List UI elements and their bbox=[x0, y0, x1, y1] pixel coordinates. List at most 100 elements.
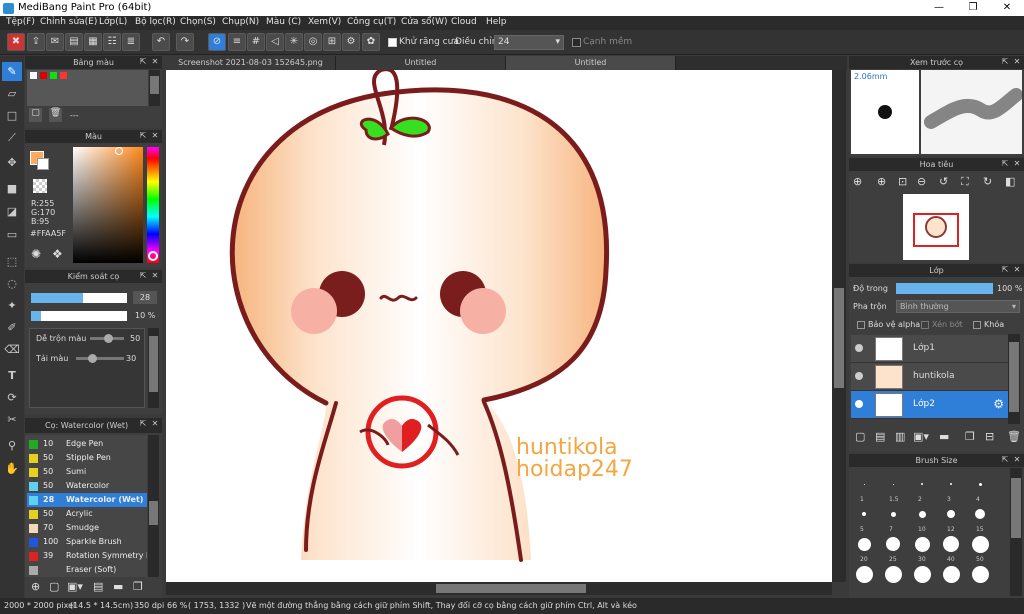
brush-size-dot[interactable] bbox=[975, 509, 985, 519]
layer-scrollbar[interactable] bbox=[1008, 334, 1020, 424]
brush-item-sparkle[interactable]: 100 Sparkle Brush bbox=[27, 535, 147, 549]
vertical-scroll-thumb[interactable] bbox=[834, 288, 844, 388]
panel-expand-icon[interactable]: ⇱ bbox=[138, 419, 148, 429]
panel-expand-icon[interactable]: ⇱ bbox=[1000, 159, 1010, 169]
brush-item-edge-pen[interactable]: 10 Edge Pen bbox=[27, 437, 147, 451]
menu-help[interactable]: Help bbox=[486, 17, 507, 27]
palette-scrollbar[interactable] bbox=[149, 70, 160, 106]
list-icon[interactable]: ≣ bbox=[122, 33, 140, 51]
brush-item-watercolor-wet[interactable]: 28Watercolor (Wet)✱ bbox=[27, 493, 147, 507]
rotate-left-icon[interactable]: ↺ bbox=[939, 175, 948, 188]
swatch-white[interactable] bbox=[30, 72, 37, 79]
brush-item-smudge[interactable]: 70 Smudge bbox=[27, 521, 147, 535]
brush-size-dot[interactable] bbox=[942, 565, 960, 583]
brush-size-scroll-thumb[interactable] bbox=[1011, 478, 1021, 538]
panel-close-icon[interactable]: ✕ bbox=[1012, 57, 1022, 67]
menu-capture[interactable]: Chụp(N) bbox=[222, 17, 259, 27]
brush-size-dot[interactable] bbox=[950, 483, 952, 485]
antialias-checkbox[interactable] bbox=[388, 38, 397, 47]
brush-size-dot[interactable] bbox=[884, 565, 902, 583]
hue-slider-handle[interactable] bbox=[148, 251, 158, 261]
menu-view[interactable]: Xem(V) bbox=[308, 17, 341, 27]
brush-size-dot[interactable] bbox=[890, 511, 896, 517]
brush-duplicate-icon[interactable]: ❐ bbox=[133, 580, 143, 593]
menu-edit[interactable]: Chỉnh sửa(E) bbox=[40, 17, 97, 27]
panel-expand-icon[interactable]: ⇱ bbox=[138, 57, 148, 67]
background-color-swatch[interactable] bbox=[37, 158, 49, 170]
page-icon[interactable]: ▦ bbox=[84, 33, 102, 51]
panel-expand-icon[interactable]: ⇱ bbox=[1000, 455, 1010, 465]
close-button[interactable]: ✕ bbox=[990, 0, 1024, 16]
brush-tool-icon[interactable]: ✎ bbox=[2, 62, 22, 81]
mix-slider[interactable] bbox=[90, 334, 124, 343]
mix-slider-handle[interactable] bbox=[104, 334, 113, 343]
text-tool-icon[interactable]: T bbox=[2, 366, 22, 385]
lock-checkbox[interactable] bbox=[973, 321, 981, 329]
snap-gear-icon[interactable]: ✿ bbox=[362, 33, 380, 51]
menu-tools[interactable]: Công cụ(T) bbox=[347, 17, 396, 27]
brush-copy-icon[interactable]: ▤ bbox=[93, 580, 103, 593]
brush-folder-icon[interactable]: ▬ bbox=[113, 580, 123, 593]
panel-close-icon[interactable]: ✕ bbox=[1012, 455, 1022, 465]
transparent-color-icon[interactable] bbox=[33, 179, 47, 193]
layer-visibility-icon[interactable] bbox=[855, 372, 863, 380]
panel-expand-icon[interactable]: ⇱ bbox=[1000, 57, 1010, 67]
dot-tool-icon[interactable]: □ bbox=[2, 106, 22, 125]
fit-icon[interactable]: ⊡ bbox=[898, 175, 907, 188]
bucket-tool-icon[interactable]: ◪ bbox=[2, 202, 22, 221]
protect-alpha-checkbox[interactable] bbox=[857, 321, 865, 329]
layer-opacity-slider[interactable] bbox=[896, 283, 993, 294]
snap-grid-icon[interactable]: # bbox=[247, 33, 265, 51]
duplicate-layer-icon[interactable]: ❐ bbox=[965, 430, 975, 443]
brush-item-eraser-soft[interactable]: Eraser (Soft) bbox=[27, 563, 147, 577]
move-tool-icon[interactable]: ✥ bbox=[2, 153, 22, 172]
panel-close-icon[interactable]: ✕ bbox=[150, 419, 160, 429]
zoom-in-icon[interactable]: ⊕ bbox=[853, 175, 862, 188]
rect-fill-tool-icon[interactable]: ■ bbox=[2, 179, 22, 198]
layer-scroll-thumb[interactable] bbox=[1009, 342, 1019, 412]
chat-icon[interactable]: ▤ bbox=[65, 33, 83, 51]
brush-size-dot[interactable] bbox=[943, 536, 959, 552]
menu-layer[interactable]: Lớp(L) bbox=[99, 17, 127, 27]
new-brush-icon[interactable]: ▢ bbox=[49, 580, 59, 593]
brush-size-dot[interactable] bbox=[971, 535, 989, 553]
new-palette-icon[interactable]: ▢ bbox=[29, 108, 42, 122]
layer-row-lop2[interactable]: Lớp2 ⚙ bbox=[851, 391, 1008, 419]
brush-size-scrollbar[interactable] bbox=[1010, 468, 1022, 596]
panel-close-icon[interactable]: ✕ bbox=[1012, 265, 1022, 275]
gradient-tool-icon[interactable]: ▭ bbox=[2, 225, 22, 244]
brush-size-dot[interactable] bbox=[978, 482, 982, 486]
panel-close-icon[interactable]: ✕ bbox=[1012, 159, 1022, 169]
brush-size-dot[interactable] bbox=[857, 537, 871, 551]
lasso-tool-icon[interactable]: ◌ bbox=[2, 274, 22, 293]
brush-size-dot[interactable] bbox=[862, 512, 866, 516]
brush-item-acrylic[interactable]: 50 Acrylic bbox=[27, 507, 147, 521]
palette-scroll-thumb[interactable] bbox=[150, 76, 159, 94]
horizontal-scroll-thumb[interactable] bbox=[436, 584, 586, 593]
snap-parallel-icon[interactable]: ≡ bbox=[228, 33, 246, 51]
layer-visibility-icon[interactable] bbox=[855, 400, 863, 408]
tab-untitled-1[interactable]: Untitled bbox=[336, 56, 506, 70]
flip-icon[interactable]: ◧ bbox=[1005, 175, 1015, 188]
brush-control-scrollbar[interactable] bbox=[148, 328, 159, 408]
new-layer-icon[interactable]: ▢ bbox=[855, 430, 865, 443]
select-pen-tool-icon[interactable]: ✐ bbox=[2, 318, 22, 337]
brush-size-dot[interactable] bbox=[863, 483, 865, 485]
brush-item-watercolor[interactable]: 50 Watercolor bbox=[27, 479, 147, 493]
tab-untitled-2[interactable]: Untitled bbox=[506, 56, 676, 70]
eraser-tool-icon[interactable]: ▱ bbox=[2, 84, 22, 103]
blend-select[interactable]: Bình thường ▾ bbox=[896, 300, 1020, 313]
select-eraser-tool-icon[interactable]: ⌫ bbox=[2, 340, 22, 359]
swatch-green[interactable] bbox=[50, 72, 57, 79]
menu-window[interactable]: Cửa sổ(W) bbox=[401, 17, 447, 27]
tab-screenshot[interactable]: Screenshot 2021-08-03 152645.png bbox=[166, 56, 336, 70]
menu-select[interactable]: Chọn(S) bbox=[180, 17, 216, 27]
drawing-canvas[interactable]: huntikola hoidap247 bbox=[166, 70, 832, 582]
brush-size-dot[interactable] bbox=[918, 510, 926, 518]
smooth-checkbox[interactable] bbox=[572, 38, 581, 47]
brush-control-scroll-thumb[interactable] bbox=[149, 336, 158, 392]
rotate-right-icon[interactable]: ↻ bbox=[983, 175, 992, 188]
operation-tool-icon[interactable]: ⟳ bbox=[2, 388, 22, 407]
zoom-plus-icon[interactable]: ⊕ bbox=[877, 175, 886, 188]
menu-filter[interactable]: Bộ lọc(R) bbox=[135, 17, 176, 27]
